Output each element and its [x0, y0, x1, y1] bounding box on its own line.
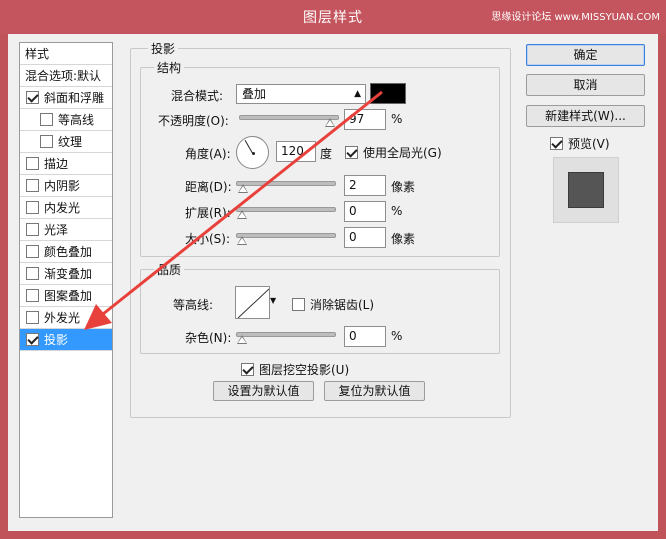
- arrow-shaft: [97, 90, 383, 320]
- annotation-arrow: [84, 90, 383, 330]
- arrow-head-icon: [84, 304, 112, 330]
